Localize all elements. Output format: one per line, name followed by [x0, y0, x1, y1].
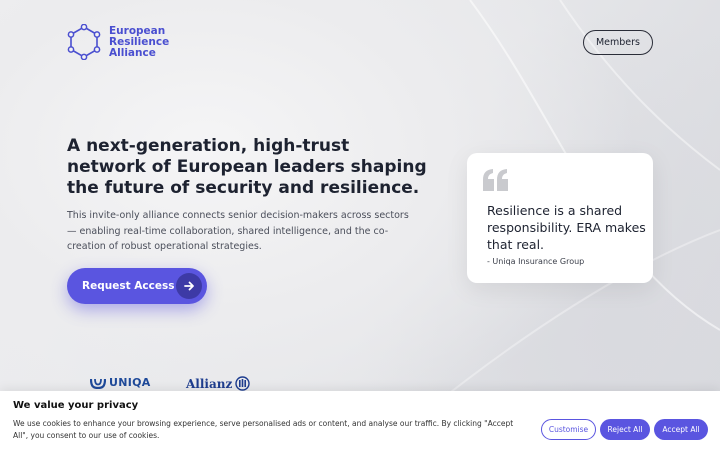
- logo-line: European: [109, 24, 166, 37]
- partner-name: UNIQA: [109, 376, 151, 389]
- request-access-label: Request Access: [82, 280, 175, 292]
- arrow-right-icon: [176, 273, 202, 299]
- accept-all-button[interactable]: Accept All: [654, 419, 708, 440]
- uniqa-logo-icon: [90, 378, 106, 389]
- quote-icon: [483, 169, 509, 195]
- partner-name: Allianz: [186, 376, 233, 391]
- hero-description: This invite-only alliance connects senio…: [67, 210, 409, 252]
- partner-logo-allianz: Allianz: [186, 376, 251, 391]
- partner-logo-uniqa: UNIQA: [90, 376, 151, 389]
- cookie-banner: We value your privacy We use cookies to …: [0, 391, 720, 450]
- members-button[interactable]: Members: [583, 30, 653, 55]
- site-logo[interactable]: European Resilience Alliance: [67, 24, 169, 60]
- cookie-title: We value your privacy: [13, 400, 139, 411]
- customise-button[interactable]: Customise: [541, 419, 596, 440]
- logo-line: Resilience: [109, 35, 170, 48]
- quote-text: Resilience is a shared responsibility. E…: [487, 203, 646, 252]
- hexagon-network-icon: [67, 24, 101, 60]
- logo-line: Alliance: [109, 46, 156, 59]
- quote-source: - Uniqa Insurance Group: [487, 257, 585, 266]
- request-access-button[interactable]: Request Access: [67, 268, 207, 304]
- logo-wordmark: European Resilience Alliance: [109, 24, 170, 59]
- hero-title: A next-generation, high-trust network of…: [67, 136, 427, 198]
- reject-all-button[interactable]: Reject All: [600, 419, 650, 440]
- testimonial-card: Resilience is a shared responsibility. E…: [467, 153, 653, 283]
- allianz-logo-icon: [235, 376, 251, 391]
- cookie-text: We use cookies to enhance your browsing …: [13, 419, 514, 440]
